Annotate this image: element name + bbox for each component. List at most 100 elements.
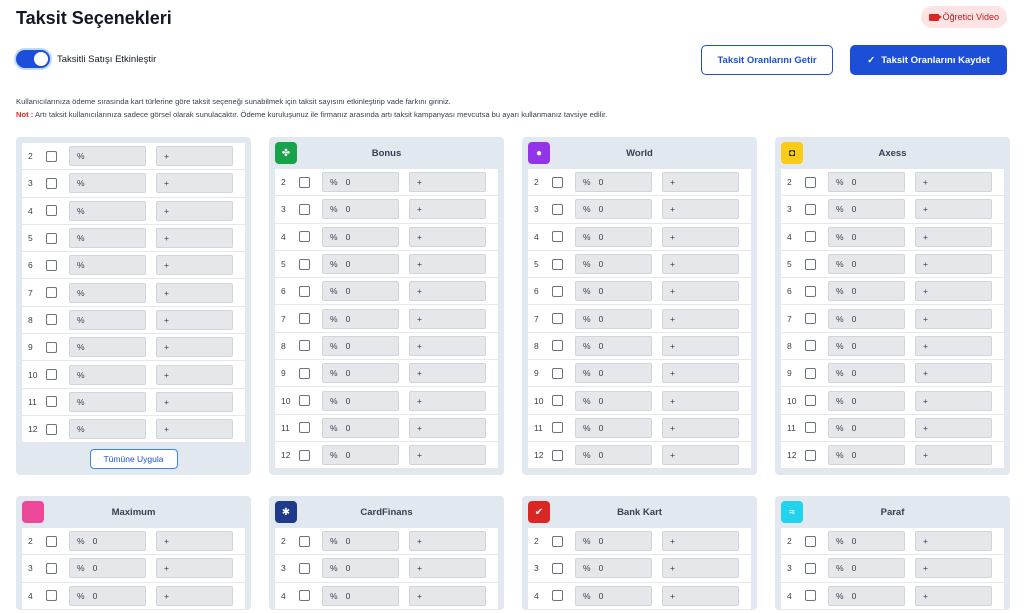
rate-input[interactable]: % 0: [828, 199, 905, 220]
plus-installment-input[interactable]: +: [156, 255, 233, 276]
rate-input[interactable]: % 0: [575, 226, 652, 247]
plus-installment-input[interactable]: +: [915, 558, 992, 579]
installment-checkbox[interactable]: [805, 340, 816, 352]
rate-input[interactable]: % 0: [575, 281, 652, 302]
installment-checkbox[interactable]: [299, 367, 310, 379]
save-rates-button[interactable]: ✓ Taksit Oranlarını Kaydet: [850, 45, 1007, 75]
plus-installment-input[interactable]: +: [409, 363, 486, 384]
plus-installment-input[interactable]: +: [409, 585, 486, 606]
installment-checkbox[interactable]: [46, 259, 57, 271]
rate-input[interactable]: % 0: [322, 199, 399, 220]
rate-input[interactable]: % 0: [322, 308, 399, 329]
plus-installment-input[interactable]: +: [662, 417, 739, 438]
rate-input[interactable]: % 0: [828, 226, 905, 247]
plus-installment-input[interactable]: +: [915, 335, 992, 356]
plus-installment-input[interactable]: +: [156, 282, 233, 303]
rate-input[interactable]: % 0: [828, 390, 905, 411]
tutorial-video-button[interactable]: Öğretici Video: [920, 6, 1007, 28]
installment-checkbox[interactable]: [552, 176, 563, 188]
installment-checkbox[interactable]: [805, 367, 816, 379]
plus-installment-input[interactable]: +: [915, 585, 992, 606]
rate-input[interactable]: % 0: [322, 254, 399, 275]
plus-installment-input[interactable]: +: [409, 558, 486, 579]
installment-checkbox[interactable]: [46, 590, 57, 602]
rate-input[interactable]: % 0: [322, 363, 399, 384]
plus-installment-input[interactable]: +: [662, 226, 739, 247]
installment-checkbox[interactable]: [46, 341, 57, 353]
plus-installment-input[interactable]: +: [662, 558, 739, 579]
rate-input[interactable]: %: [69, 255, 146, 276]
installment-checkbox[interactable]: [552, 367, 563, 379]
rate-input[interactable]: %: [69, 391, 146, 412]
installment-checkbox[interactable]: [46, 396, 57, 408]
installment-checkbox[interactable]: [46, 177, 57, 189]
installment-checkbox[interactable]: [805, 590, 816, 602]
rate-input[interactable]: % 0: [828, 417, 905, 438]
rate-input[interactable]: % 0: [322, 445, 399, 466]
rate-input[interactable]: % 0: [322, 335, 399, 356]
installment-checkbox[interactable]: [299, 258, 310, 270]
plus-installment-input[interactable]: +: [156, 173, 233, 194]
rate-input[interactable]: % 0: [69, 585, 146, 606]
installment-checkbox[interactable]: [552, 535, 563, 547]
plus-installment-input[interactable]: +: [915, 445, 992, 466]
installment-checkbox[interactable]: [46, 150, 57, 162]
plus-installment-input[interactable]: +: [662, 390, 739, 411]
plus-installment-input[interactable]: +: [915, 226, 992, 247]
rate-input[interactable]: %: [69, 282, 146, 303]
plus-installment-input[interactable]: +: [156, 337, 233, 358]
installment-checkbox[interactable]: [46, 287, 57, 299]
plus-installment-input[interactable]: +: [156, 309, 233, 330]
rate-input[interactable]: % 0: [575, 172, 652, 193]
installment-checkbox[interactable]: [299, 449, 310, 461]
plus-installment-input[interactable]: +: [409, 226, 486, 247]
installment-checkbox[interactable]: [805, 535, 816, 547]
installment-checkbox[interactable]: [299, 313, 310, 325]
plus-installment-input[interactable]: +: [662, 199, 739, 220]
plus-installment-input[interactable]: +: [409, 417, 486, 438]
plus-installment-input[interactable]: +: [915, 363, 992, 384]
rate-input[interactable]: % 0: [575, 585, 652, 606]
installment-checkbox[interactable]: [299, 203, 310, 215]
rate-input[interactable]: % 0: [575, 308, 652, 329]
rate-input[interactable]: % 0: [828, 254, 905, 275]
rate-input[interactable]: % 0: [575, 335, 652, 356]
plus-installment-input[interactable]: +: [156, 200, 233, 221]
installment-checkbox[interactable]: [46, 314, 57, 326]
installment-checkbox[interactable]: [805, 313, 816, 325]
plus-installment-input[interactable]: +: [915, 531, 992, 552]
installment-checkbox[interactable]: [299, 535, 310, 547]
rate-input[interactable]: % 0: [322, 226, 399, 247]
installment-checkbox[interactable]: [552, 313, 563, 325]
rate-input[interactable]: % 0: [322, 172, 399, 193]
plus-installment-input[interactable]: +: [915, 172, 992, 193]
installment-checkbox[interactable]: [552, 203, 563, 215]
installment-checkbox[interactable]: [805, 203, 816, 215]
plus-installment-input[interactable]: +: [409, 254, 486, 275]
plus-installment-input[interactable]: +: [915, 308, 992, 329]
fetch-rates-button[interactable]: Taksit Oranlarını Getir: [701, 45, 833, 75]
apply-all-button[interactable]: Tümüne Uygula: [89, 449, 178, 470]
rate-input[interactable]: % 0: [69, 558, 146, 579]
plus-installment-input[interactable]: +: [409, 281, 486, 302]
rate-input[interactable]: % 0: [828, 335, 905, 356]
plus-installment-input[interactable]: +: [915, 417, 992, 438]
plus-installment-input[interactable]: +: [409, 199, 486, 220]
rate-input[interactable]: % 0: [828, 363, 905, 384]
installment-checkbox[interactable]: [552, 285, 563, 297]
rate-input[interactable]: %: [69, 309, 146, 330]
rate-input[interactable]: %: [69, 173, 146, 194]
installment-checkbox[interactable]: [299, 422, 310, 434]
installment-checkbox[interactable]: [805, 231, 816, 243]
rate-input[interactable]: %: [69, 419, 146, 440]
installment-checkbox[interactable]: [552, 231, 563, 243]
rate-input[interactable]: % 0: [69, 531, 146, 552]
installment-checkbox[interactable]: [805, 258, 816, 270]
plus-installment-input[interactable]: +: [662, 308, 739, 329]
installment-checkbox[interactable]: [552, 422, 563, 434]
plus-installment-input[interactable]: +: [409, 308, 486, 329]
installment-checkbox[interactable]: [46, 535, 57, 547]
installment-checkbox[interactable]: [299, 231, 310, 243]
rate-input[interactable]: % 0: [322, 585, 399, 606]
rate-input[interactable]: % 0: [828, 585, 905, 606]
